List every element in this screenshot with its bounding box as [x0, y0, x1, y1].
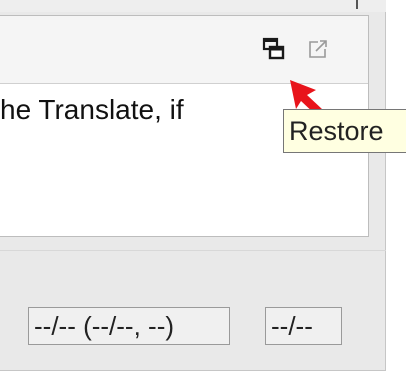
external-link-icon: [309, 40, 327, 58]
popout-button[interactable]: [307, 38, 329, 60]
app-window: he Translate, if --/-- (--/--, --) --/--: [0, 0, 386, 371]
window-top-strip: [0, 0, 386, 12]
translated-text: he Translate, if: [0, 94, 184, 125]
window-edge-mark: [356, 0, 358, 9]
status-time-field[interactable]: --/--: [265, 307, 342, 345]
restore-button[interactable]: [262, 37, 286, 61]
panel-toolbar: [0, 16, 368, 84]
status-date-field[interactable]: --/-- (--/--, --): [28, 307, 230, 345]
panel-divider: [0, 250, 386, 251]
restore-tooltip: Restore: [283, 109, 406, 153]
restore-window-icon: [262, 37, 285, 60]
